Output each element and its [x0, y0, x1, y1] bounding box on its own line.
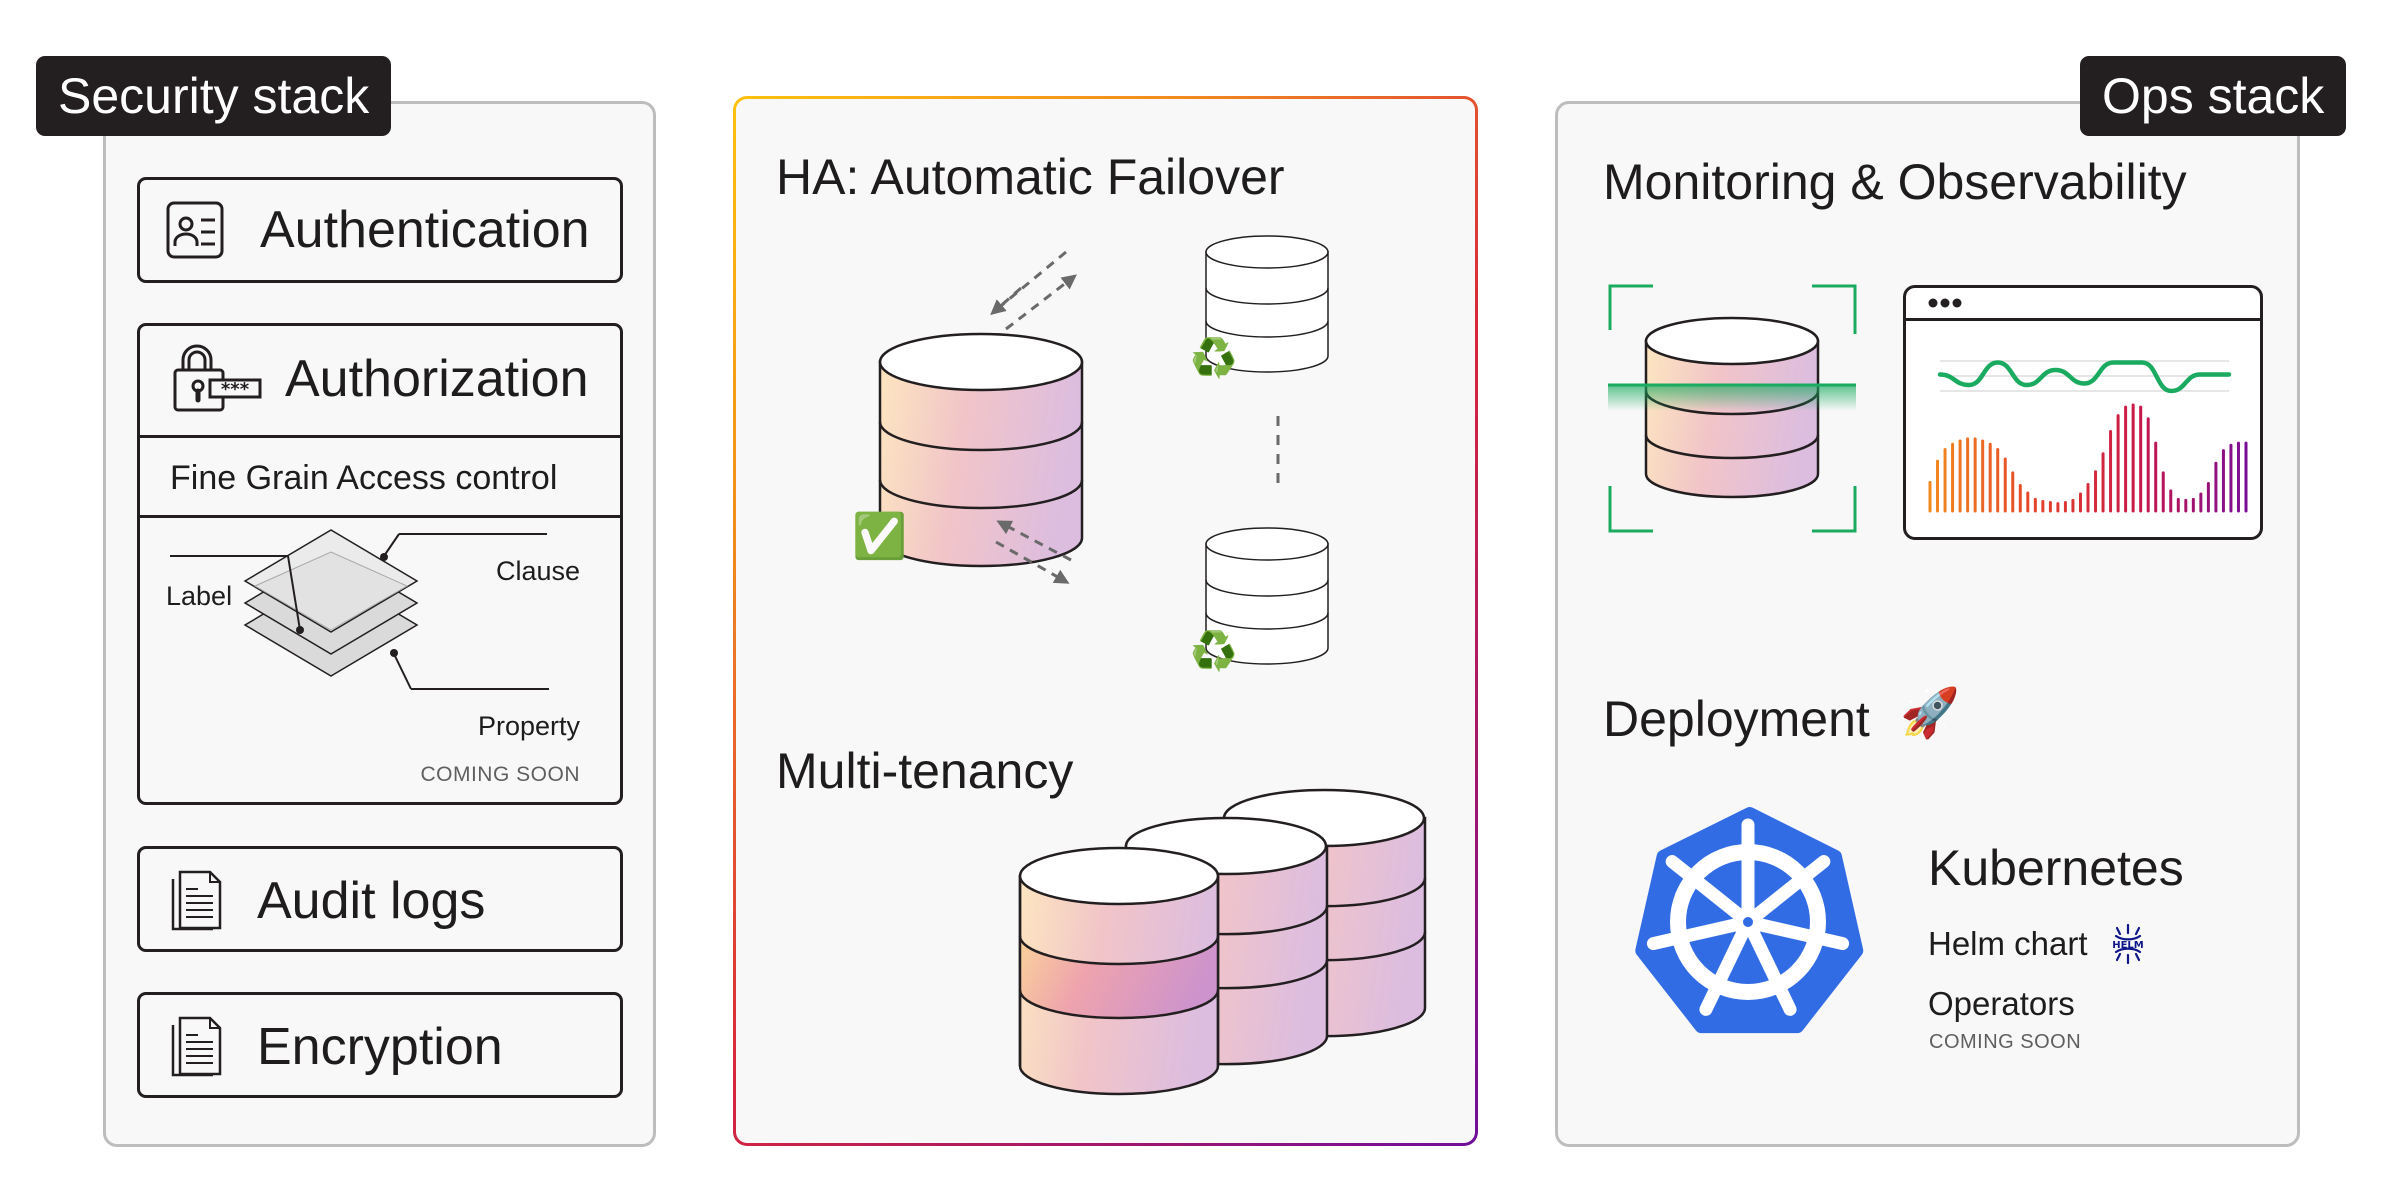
ops-stack-badge: Ops stack — [2080, 56, 2347, 136]
scan-beam — [1608, 385, 1856, 411]
monitoring-scan-graphic — [1608, 284, 1857, 533]
diagram-property-text: Property — [477, 711, 580, 741]
tenant-database-front — [1018, 846, 1220, 1096]
ha-diagram — [878, 235, 1329, 665]
bar-series — [1928, 403, 2248, 513]
encryption-label: Encryption — [257, 1018, 503, 1076]
recycle-icon: ♻️ — [1190, 631, 1238, 673]
authentication-card[interactable]: Authentication — [137, 177, 623, 283]
dashboard-charts — [1928, 360, 2248, 513]
kubernetes-label[interactable]: Kubernetes — [1928, 839, 2184, 897]
authorization-card[interactable]: *** Authorization Fine Grain Access cont… — [137, 323, 623, 805]
authentication-label: Authentication — [260, 201, 590, 259]
replication-arrow — [1005, 274, 1077, 331]
scan-frame-corner — [1608, 284, 1653, 330]
padlock-password-icon: *** — [173, 344, 263, 414]
scan-frame-corner — [1812, 284, 1857, 334]
documents-icon — [168, 869, 224, 933]
id-card-icon — [165, 200, 225, 260]
security-stack-badge: Security stack — [36, 56, 392, 136]
helm-logo-icon: HELM — [2108, 923, 2148, 965]
audit-logs-card[interactable]: Audit logs — [137, 846, 623, 952]
primary-check-icon: ✅ — [852, 512, 907, 561]
deployment-title: Deployment — [1603, 691, 1870, 747]
operators-label[interactable]: Operators — [1928, 985, 2075, 1023]
authorization-divider — [140, 435, 620, 438]
multi-tenancy-diagram — [1018, 788, 1427, 1096]
diagram-clause-text: Clause — [495, 556, 580, 586]
coming-soon-label: COMING SOON — [420, 763, 580, 786]
helm-chart-label[interactable]: Helm chart — [1928, 925, 2088, 963]
window-dots-icon — [1928, 298, 1964, 308]
recycle-icon: ♻️ — [1190, 338, 1238, 380]
scan-frame-corner — [1812, 486, 1857, 533]
encryption-card[interactable]: Encryption — [137, 992, 623, 1098]
documents-icon — [168, 1015, 224, 1079]
kubernetes-logo-icon — [1635, 807, 1864, 1034]
audit-logs-label: Audit logs — [257, 872, 486, 930]
monitoring-title: Monitoring & Observability — [1603, 154, 2187, 210]
dashboard-window — [1903, 285, 2263, 540]
svg-text:***: *** — [221, 379, 250, 400]
authorization-label: Authorization — [285, 350, 589, 408]
rocket-icon: 🚀 — [1900, 687, 1960, 740]
operators-coming-soon: COMING SOON — [1929, 1031, 2082, 1053]
diagram-label-text: Label — [166, 581, 233, 611]
svg-text:HELM: HELM — [2112, 940, 2144, 951]
fine-grain-access-label[interactable]: Fine Grain Access control — [170, 459, 557, 498]
primary-database — [878, 332, 1084, 568]
window-titlebar — [1906, 288, 2260, 321]
scan-frame-corner — [1608, 486, 1653, 533]
